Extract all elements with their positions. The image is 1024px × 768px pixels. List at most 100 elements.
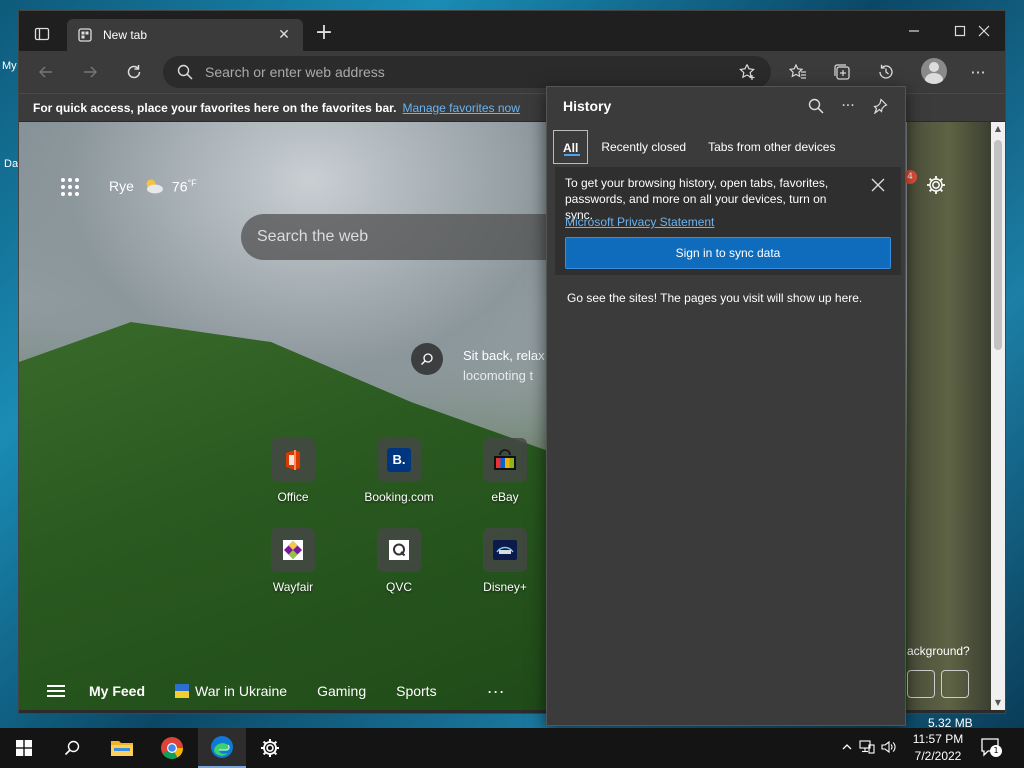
- clock-date: 7/2/2022: [914, 749, 962, 763]
- tab-title: New tab: [103, 28, 148, 42]
- more-icon: ···: [841, 98, 855, 114]
- history-tab-recently-closed[interactable]: Recently closed: [592, 130, 695, 164]
- search-icon: [175, 62, 195, 82]
- profile-avatar[interactable]: [921, 58, 947, 84]
- app-launcher-icon[interactable]: [61, 178, 81, 198]
- list-layout-button[interactable]: [941, 670, 969, 698]
- quick-link-wayfair[interactable]: Wayfair: [243, 528, 343, 594]
- network-icon[interactable]: [856, 739, 878, 757]
- feed-tab-my-feed[interactable]: My Feed: [89, 683, 145, 699]
- sync-promo-card: To get your browsing history, open tabs,…: [555, 167, 901, 275]
- history-icon: [879, 64, 893, 79]
- minimize-icon: [909, 30, 919, 32]
- desktop-icon-label-fragment[interactable]: Da: [4, 158, 18, 170]
- taskbar-clock[interactable]: 11:57 PM 7/2/2022: [906, 731, 970, 765]
- feed-more-button[interactable]: ···: [487, 681, 505, 702]
- feed-tab-gaming[interactable]: Gaming: [317, 683, 366, 699]
- tab-actions-button[interactable]: [27, 19, 57, 49]
- weather-widget[interactable]: Rye 76°F: [109, 177, 197, 195]
- weather-temperature: 76: [171, 178, 188, 195]
- sign-in-to-sync-button[interactable]: Sign in to sync data: [565, 237, 891, 269]
- history-button[interactable]: [871, 57, 901, 87]
- title-bar: New tab ✕ +: [19, 11, 1005, 51]
- action-center-button[interactable]: 1: [980, 736, 1004, 760]
- favorites-button[interactable]: [783, 57, 813, 87]
- new-tab-page-icon: [77, 27, 93, 43]
- add-favorite-icon[interactable]: [737, 61, 759, 83]
- new-tab-button[interactable]: +: [311, 21, 337, 47]
- scrollbar-thumb[interactable]: [994, 140, 1002, 350]
- manage-favorites-link[interactable]: Manage favorites now: [402, 101, 519, 115]
- feed-tab-sports[interactable]: Sports: [396, 683, 436, 699]
- quick-link-ebay[interactable]: eBay: [455, 438, 555, 504]
- refresh-icon: [127, 65, 141, 79]
- address-bar[interactable]: Search or enter web address: [163, 56, 771, 88]
- search-history-button[interactable]: [805, 95, 827, 117]
- favorites-icon: [789, 63, 806, 79]
- quick-link-qvc[interactable]: QVC: [349, 528, 449, 594]
- background-image-caption[interactable]: Sit back, relax locomoting t: [463, 346, 545, 386]
- history-tab-other-devices[interactable]: Tabs from other devices: [699, 130, 844, 164]
- layout-buttons: [907, 670, 969, 698]
- scroll-up-arrow-icon[interactable]: ▲: [991, 122, 1005, 136]
- desktop-icon-label-fragment[interactable]: My: [2, 60, 17, 72]
- scroll-down-arrow-icon[interactable]: ▼: [991, 696, 1005, 710]
- quick-link-booking[interactable]: B. Booking.com: [349, 438, 449, 504]
- taskbar-file-explorer[interactable]: [98, 728, 146, 768]
- quick-link-label: Disney+: [483, 580, 527, 594]
- favorites-bar-message: For quick access, place your favorites h…: [33, 100, 397, 115]
- settings-and-more-button[interactable]: ···: [963, 57, 993, 87]
- feed-tab-war-in-ukraine[interactable]: War in Ukraine: [175, 683, 287, 699]
- close-icon: [871, 178, 885, 192]
- close-tab-icon[interactable]: ✕: [275, 27, 293, 43]
- web-search-input[interactable]: Search the web: [241, 214, 571, 260]
- refresh-button[interactable]: [119, 57, 149, 87]
- volume-icon[interactable]: [878, 740, 900, 757]
- taskbar-settings[interactable]: [246, 728, 294, 768]
- close-icon: [978, 25, 990, 37]
- search-icon: [808, 98, 824, 114]
- forward-button[interactable]: [75, 57, 105, 87]
- taskbar-search-button[interactable]: [48, 728, 96, 768]
- tab-new-tab[interactable]: New tab ✕: [67, 19, 303, 51]
- visual-search-button[interactable]: [411, 343, 443, 375]
- back-button[interactable]: [31, 57, 61, 87]
- close-window-button[interactable]: [961, 11, 1007, 51]
- qvc-icon: [377, 528, 421, 572]
- edge-icon: [211, 736, 233, 758]
- grid-layout-button[interactable]: [907, 670, 935, 698]
- background-train: [907, 122, 991, 710]
- dismiss-sync-promo-button[interactable]: [871, 177, 887, 193]
- chrome-icon: [161, 737, 183, 759]
- show-hidden-icons-chevron-up-icon[interactable]: [838, 741, 856, 756]
- quick-link-label: QVC: [385, 580, 412, 594]
- taskbar-chrome[interactable]: [148, 728, 196, 768]
- history-tab-all[interactable]: All: [553, 130, 589, 164]
- ebay-icon: [483, 438, 527, 482]
- quick-link-label: eBay: [491, 490, 519, 504]
- start-button[interactable]: [0, 728, 48, 768]
- pin-history-button[interactable]: [869, 95, 891, 117]
- quick-link-disney-plus[interactable]: Disney+: [455, 528, 555, 594]
- disney-plus-icon: [483, 528, 527, 572]
- windows-logo-icon: [16, 740, 32, 756]
- page-settings-gear-icon[interactable]: [925, 174, 949, 198]
- address-input[interactable]: Search or enter web address: [205, 64, 737, 80]
- pin-icon: [873, 98, 888, 114]
- page-scrollbar[interactable]: ▲ ▼: [991, 122, 1005, 710]
- system-tray: [838, 728, 900, 768]
- taskbar-edge[interactable]: [198, 728, 246, 768]
- history-more-options-button[interactable]: ···: [837, 95, 859, 117]
- hamburger-menu-icon[interactable]: [47, 682, 65, 700]
- minimize-button[interactable]: [891, 11, 937, 51]
- quick-link-office[interactable]: Office: [243, 438, 343, 504]
- search-icon: [421, 353, 433, 365]
- gear-icon: [261, 739, 279, 757]
- ukraine-flag-icon: [175, 684, 190, 698]
- caption-line: Sit back, relax: [463, 348, 545, 363]
- quick-link-label: Office: [277, 490, 309, 504]
- collections-button[interactable]: [827, 57, 857, 87]
- background-question[interactable]: ackground?: [907, 644, 970, 658]
- tab-actions-icon: [34, 27, 50, 41]
- privacy-statement-link[interactable]: Microsoft Privacy Statement: [565, 215, 714, 229]
